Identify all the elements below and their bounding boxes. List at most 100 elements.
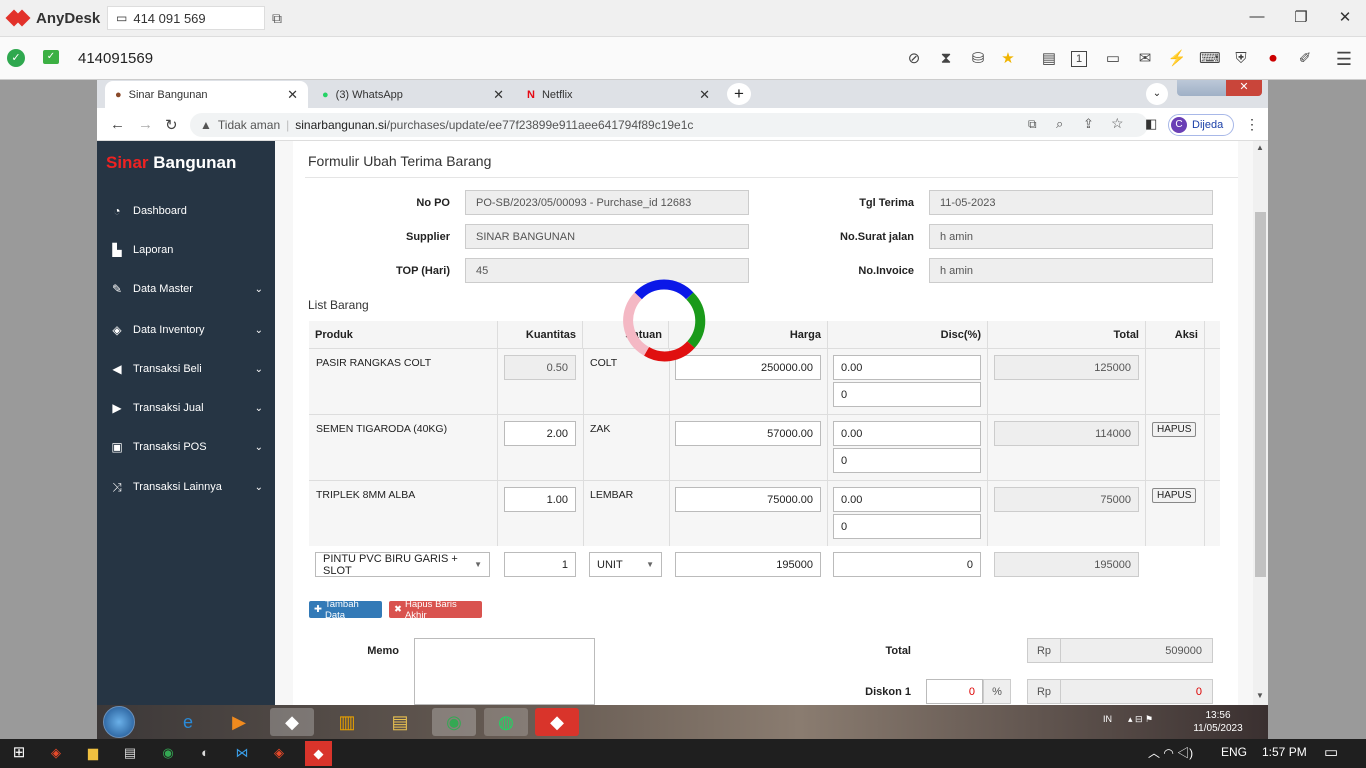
language-indicator[interactable]: ENG [1221,745,1247,759]
surat-jalan-field[interactable]: h amin [929,224,1213,249]
file-explorer-icon[interactable]: ▆ [83,743,103,763]
sidebar-item-transaksi-beli[interactable]: ◀ Transaksi Beli ⌄ [108,359,263,379]
vscode-icon[interactable]: ⋈ [232,743,252,763]
hourglass-icon[interactable]: ⧗ [936,49,956,69]
w7-start-button[interactable] [103,706,135,738]
new-tab-button[interactable]: + [727,83,751,105]
w7-close-button[interactable]: ✕ [1226,80,1262,96]
close-tab-icon[interactable]: ✕ [287,87,298,103]
sidebar-item-laporan[interactable]: ▙ Laporan [108,240,263,260]
archive-icon[interactable]: ▥ [325,708,369,736]
privacy-icon[interactable]: ⊘ [904,49,924,69]
tab-netflix[interactable]: N Netflix ✕ [517,81,720,108]
sidebar-item-transaksi-lainnya[interactable]: ⤨ Transaksi Lainnya ⌄ [108,477,263,497]
qty-input[interactable]: 1.00 [504,487,576,512]
side-panel-icon[interactable]: ◧ [1145,116,1157,132]
anydesk-taskbar-icon[interactable]: ◆ [535,708,579,736]
sidebar-item-transaksi-pos[interactable]: ▣ Transaksi POS ⌄ [108,437,263,457]
hapus-baris-button[interactable]: ✖ Hapus Baris Akhir [389,599,482,621]
tambah-data-button[interactable]: ✚ Tambah Data [309,599,382,621]
close-tab-icon[interactable]: ✕ [493,87,504,103]
w7-tray-icons[interactable]: ▴ ⊟ ⚑ [1128,714,1153,725]
zoom-icon[interactable]: ⌕ [1056,116,1063,132]
sidebar-item-dashboard[interactable]: ◔ Dashboard [108,201,263,221]
draw-icon[interactable]: ✐ [1295,49,1315,69]
profile-button[interactable]: C Dijeda [1168,114,1234,136]
qty-input[interactable]: 2.00 [504,421,576,446]
chrome-icon[interactable]: ◉ [432,708,476,736]
address-bar[interactable]: ▲ Tidak aman | sinarbangunan.si/purchase… [190,113,1148,137]
supplier-field[interactable]: SINAR BANGUNAN [465,224,749,249]
explorer-icon[interactable]: ▤ [378,708,422,736]
file-icon[interactable]: ▤ [1039,49,1059,69]
scrollbar-thumb[interactable] [1255,212,1266,577]
scroll-down-icon[interactable]: ▼ [1256,691,1264,700]
bookmark-star-icon[interactable]: ☆ [1111,115,1124,132]
new-disc-input[interactable]: 0 [833,552,981,577]
harga-input[interactable]: 75000.00 [675,487,821,512]
restore-button[interactable]: ❐ [1291,8,1311,28]
display-icon[interactable]: ▭ [1103,49,1123,69]
memo-textarea[interactable] [414,638,595,705]
star-icon[interactable]: ★ [998,49,1018,69]
shield-icon[interactable]: ⛨ [1231,49,1251,69]
anydesk-active-icon[interactable]: ◆ [305,741,332,766]
reload-icon[interactable]: ↻ [165,116,178,134]
diskon-pct-input[interactable]: 0 [926,679,983,704]
browser-menu-icon[interactable]: ⋮ [1245,116,1259,133]
no-po-field[interactable]: PO-SB/2023/05/00093 - Purchase_id 12683 [465,190,749,215]
ie-icon[interactable]: e [166,708,210,736]
chat-icon[interactable]: ✉ [1135,49,1155,69]
database-icon[interactable]: ⛁ [968,49,988,69]
hapus-button[interactable]: HAPUS [1152,488,1197,503]
session-id[interactable]: 414091569 [78,50,153,67]
forward-icon[interactable]: → [138,116,153,133]
disc1-input[interactable]: 0.00 [833,487,981,512]
notification-icon[interactable]: ▭ [1324,743,1338,761]
satuan-select[interactable]: UNIT ▼ [589,552,662,577]
close-button[interactable]: ✕ [1335,8,1355,28]
clock[interactable]: 1:57 PM [1262,745,1307,759]
new-qty-input[interactable]: 1 [504,552,576,577]
anydesk-app-icon-1[interactable]: ◈ [46,743,66,763]
disc2-input[interactable]: 0 [833,448,981,473]
action-icon[interactable]: ⚡ [1167,49,1187,69]
keyboard-icon[interactable]: ⌨ [1199,49,1221,69]
chrome-taskbar-icon[interactable]: ◉ [158,743,178,763]
tgl-terima-field[interactable]: 11-05-2023 [929,190,1213,215]
hapus-button[interactable]: HAPUS [1152,422,1197,437]
monitor-1-icon[interactable]: 1 [1071,51,1087,67]
produk-select[interactable]: PINTU PVC BIRU GARIS + SLOT ▼ [315,552,490,577]
minimize-button[interactable]: — [1247,8,1267,28]
app-icon[interactable]: ◐ [195,743,215,763]
spotify-icon[interactable]: ◍ [484,708,528,736]
share-icon[interactable]: ⇪ [1083,116,1094,132]
disc2-input[interactable]: 0 [833,514,981,539]
back-icon[interactable]: ← [110,116,125,133]
translate-icon[interactable]: ⧉ [1028,117,1037,132]
w7-clock[interactable]: 13:56 11/05/2023 [1193,709,1243,735]
record-icon[interactable]: ⏺ [1263,49,1283,69]
close-tab-icon[interactable]: ✕ [699,87,710,103]
brave-icon[interactable]: ◆ [270,708,314,736]
screen-share-icon[interactable]: ⧉ [272,10,282,27]
tray-icons[interactable]: ︿ ◠ ◁) [1148,744,1193,761]
disc1-input[interactable]: 0.00 [833,355,981,380]
media-player-icon[interactable]: ▶ [217,708,261,736]
invoice-field[interactable]: h amin [929,258,1213,283]
tab-sinar-bangunan[interactable]: ● Sinar Bangunan ✕ [105,81,308,108]
sidebar-item-data-inventory[interactable]: ◈ Data Inventory ⌄ [108,320,263,340]
harga-input[interactable]: 57000.00 [675,421,821,446]
scroll-up-icon[interactable]: ▲ [1256,143,1264,152]
w7-language[interactable]: IN [1103,714,1112,724]
windows-start-icon[interactable]: ⊞ [9,743,29,763]
disc1-input[interactable]: 0.00 [833,421,981,446]
tab-whatsapp[interactable]: ● (3) WhatsApp ✕ [312,81,514,108]
anydesk-address-field[interactable]: ▭ 414 091 569 [107,6,265,30]
anydesk-app-icon-2[interactable]: ◈ [269,743,289,763]
sidebar-item-data-master[interactable]: ✎ Data Master ⌄ [108,279,263,299]
disc2-input[interactable]: 0 [833,382,981,407]
sidebar-item-transaksi-jual[interactable]: ▶ Transaksi Jual ⌄ [108,398,263,418]
tab-search-icon[interactable]: ⌄ [1146,83,1168,105]
notepad-icon[interactable]: ▤ [120,743,140,763]
